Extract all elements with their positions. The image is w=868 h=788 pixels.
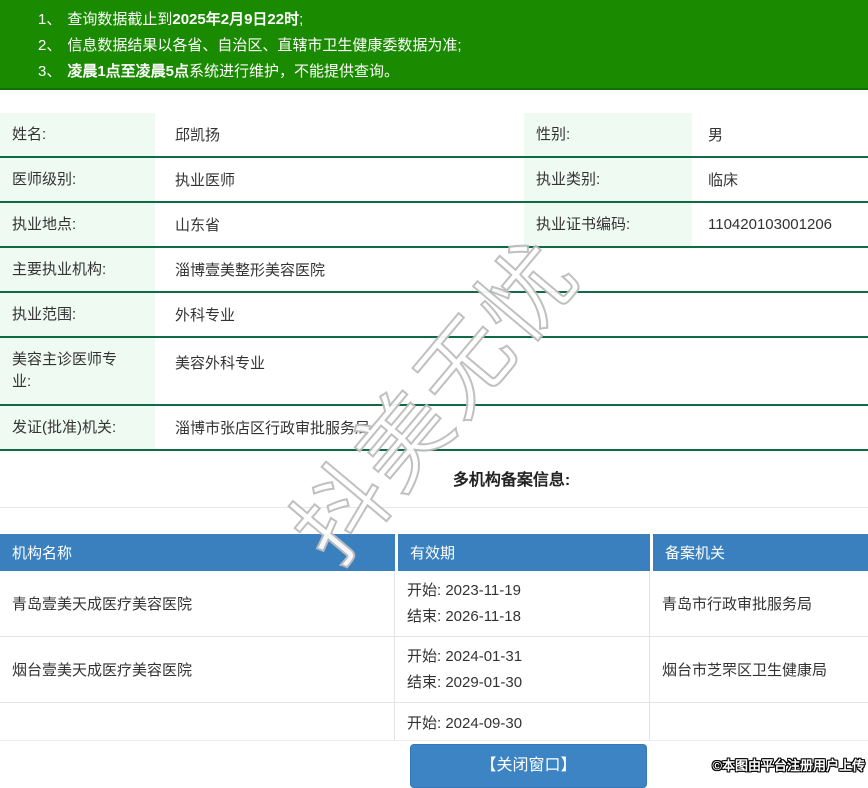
notice-text: 信息数据结果以各省、自治区、直辖市卫生健康委数据为准; <box>67 37 462 54</box>
notice-number: 2、 <box>38 37 62 54</box>
validity-start: 开始: 2023-11-19 <box>407 581 521 599</box>
notice-text: ; <box>299 11 304 28</box>
field-value-certificate-number: 110420103001206 <box>708 216 833 233</box>
cell-filing-authority: 青岛市行政审批服务局 <box>662 596 813 613</box>
page-footer: 【关闭窗口】 <box>0 740 868 788</box>
field-label-main-institution: 主要执业机构: <box>0 248 155 291</box>
column-header-institution-name: 机构名称 <box>0 534 395 571</box>
notice-text-bold: 凌晨1点至凌晨5点 <box>67 63 190 80</box>
validity-end: 结束: 2026-11-18 <box>407 607 521 625</box>
field-label-practice-location: 执业地点: <box>0 203 155 246</box>
notice-number: 1、 <box>38 11 62 28</box>
filing-table-header: 机构名称 有效期 备案机关 <box>0 534 868 571</box>
cell-institution-name: 烟台壹美天成医疗美容医院 <box>0 637 395 702</box>
field-label-cosmetic-specialty: 美容主诊医师专业: <box>0 338 155 404</box>
field-value-practice-category: 临床 <box>708 172 739 189</box>
notice-banner: 1、 查询数据截止到2025年2月9日22时; 2、 信息数据结果以各省、自治区、直… <box>0 0 868 90</box>
field-label-issuing-authority: 发证(批准)机关: <box>0 406 155 449</box>
table-row: 主要执业机构: 淄博壹美整形美容医院 <box>0 248 868 293</box>
notice-text: 查询数据截止到 <box>67 11 173 28</box>
field-label-certificate-number: 执业证书编码: <box>524 203 692 246</box>
notice-text-bold: 2025年2月9日22时 <box>172 11 300 28</box>
table-row: 发证(批准)机关: 淄博市张店区行政审批服务局 <box>0 406 868 451</box>
table-row: 青岛壹美天成医疗美容医院 开始: 2023-11-19 结束: 2026-11-… <box>0 571 868 637</box>
validity-start: 开始: 2024-09-30 <box>407 715 523 732</box>
validity-end: 结束: 2029-01-30 <box>407 673 523 691</box>
table-row: 医师级别: 执业医师 执业类别: 临床 <box>0 158 868 203</box>
table-row: 执业地点: 山东省 执业证书编码: 110420103001206 <box>0 203 868 248</box>
field-label-physician-level: 医师级别: <box>0 158 155 201</box>
field-label-name: 姓名: <box>0 113 155 156</box>
close-window-button[interactable]: 【关闭窗口】 <box>410 744 647 788</box>
notice-line-3: 3、 凌晨1点至凌晨5点系统进行维护，不能提供查询。 <box>0 59 868 85</box>
field-value-practice-location: 山东省 <box>175 217 221 234</box>
notice-number: 3、 <box>38 63 62 80</box>
filing-table: 机构名称 有效期 备案机关 青岛壹美天成医疗美容医院 开始: 2023-11-1… <box>0 534 868 763</box>
table-row: 烟台壹美天成医疗美容医院 开始: 2024-01-31 结束: 2029-01-… <box>0 637 868 703</box>
column-header-filing-authority: 备案机关 <box>650 534 868 571</box>
section-heading-multi-institution: 多机构备案信息: <box>452 472 571 489</box>
field-label-gender: 性别: <box>524 113 692 156</box>
cell-validity-period: 开始: 2024-01-31 结束: 2029-01-30 <box>395 637 650 702</box>
section-heading-wrap: 多机构备案信息: <box>0 451 868 508</box>
validity-start: 开始: 2024-01-31 <box>407 647 523 665</box>
field-value-physician-level: 执业医师 <box>175 172 236 189</box>
field-value-issuing-authority: 淄博市张店区行政审批服务局 <box>175 420 371 437</box>
column-header-validity-period: 有效期 <box>395 534 650 571</box>
field-value-cosmetic-specialty: 美容外科专业 <box>175 355 266 372</box>
table-row: 姓名: 邱凯扬 性别: 男 <box>0 113 868 158</box>
field-value-gender: 男 <box>708 127 724 144</box>
notice-line-2: 2、 信息数据结果以各省、自治区、直辖市卫生健康委数据为准; <box>0 33 868 59</box>
table-row: 执业范围: 外科专业 <box>0 293 868 338</box>
field-value-main-institution: 淄博壹美整形美容医院 <box>175 262 326 279</box>
field-value-name: 邱凯扬 <box>175 127 221 144</box>
field-value-practice-scope: 外科专业 <box>175 307 236 324</box>
cell-filing-authority: 烟台市芝罘区卫生健康局 <box>662 662 828 679</box>
cell-validity-period: 开始: 2023-11-19 结束: 2026-11-18 <box>395 571 650 636</box>
notice-text: 系统进行维护，不能提供查询。 <box>189 63 400 80</box>
cell-institution-name: 青岛壹美天成医疗美容医院 <box>0 571 395 636</box>
table-row: 美容主诊医师专业: 美容外科专业 <box>0 338 868 406</box>
practitioner-info-table: 姓名: 邱凯扬 性别: 男 医师级别: 执业医师 执业类别: 临床 执业地点: … <box>0 113 868 451</box>
notice-line-1: 1、 查询数据截止到2025年2月9日22时; <box>0 7 868 33</box>
field-label-practice-category: 执业类别: <box>524 158 692 201</box>
field-label-practice-scope: 执业范围: <box>0 293 155 336</box>
